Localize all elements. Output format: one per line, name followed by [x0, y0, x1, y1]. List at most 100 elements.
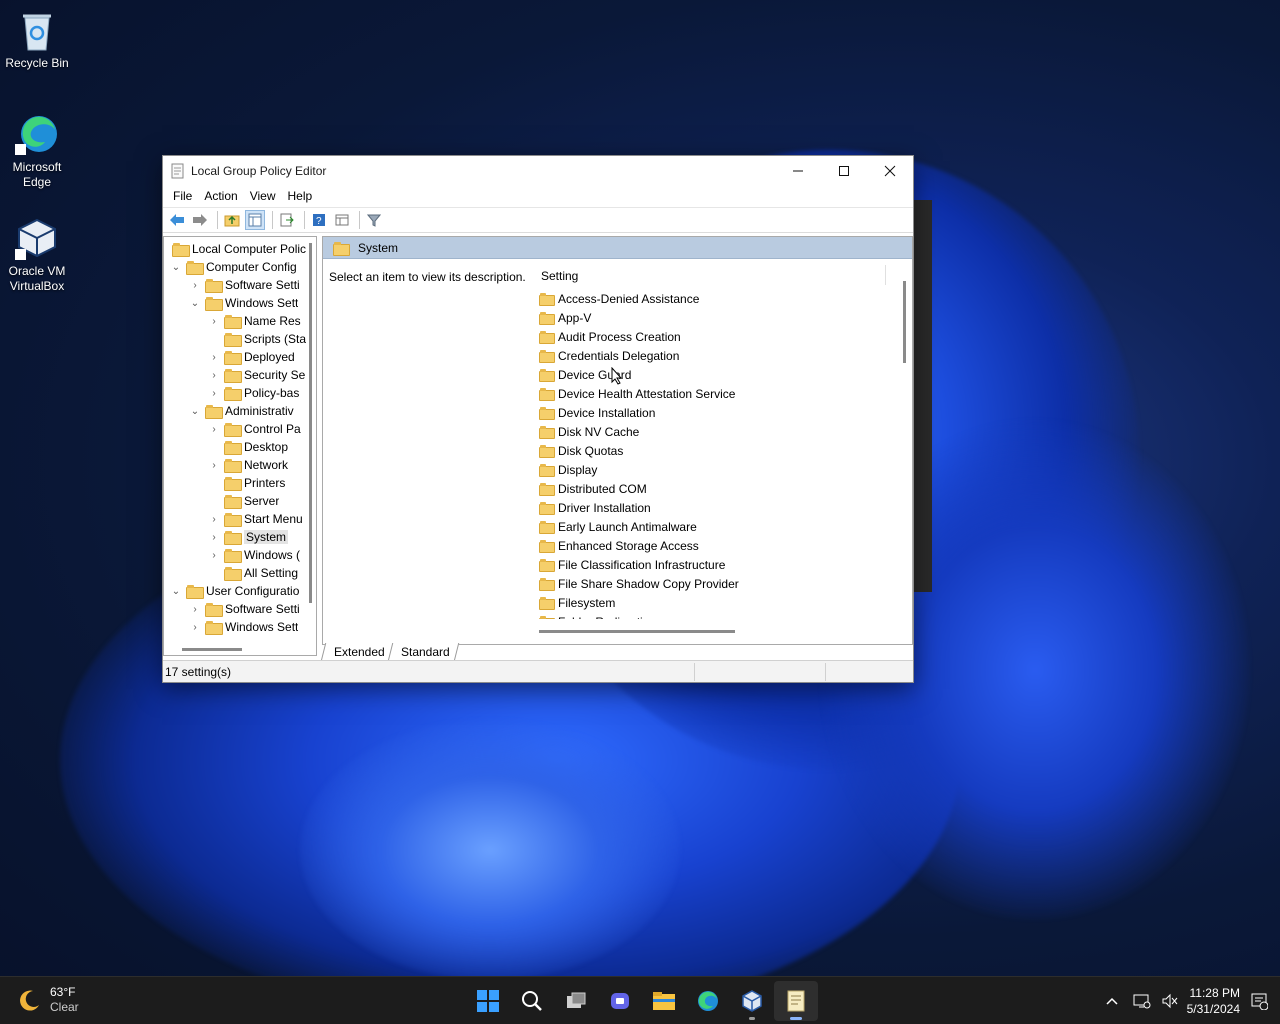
tree-node[interactable]: Printers	[164, 474, 316, 492]
network-icon[interactable]	[1133, 993, 1151, 1009]
up-one-level-button[interactable]	[222, 210, 242, 230]
chevron-right-icon[interactable]: ›	[208, 550, 220, 561]
list-item[interactable]: Credentials Delegation	[539, 346, 899, 365]
maximize-button[interactable]	[821, 156, 867, 185]
desktop-icon-edge[interactable]: Microsoft Edge	[2, 112, 72, 190]
chevron-up-icon[interactable]	[1105, 994, 1119, 1008]
start-button[interactable]	[466, 981, 510, 1021]
task-view-button[interactable]	[554, 981, 598, 1021]
menu-help[interactable]: Help	[282, 189, 319, 203]
list-item[interactable]: Access-Denied Assistance	[539, 289, 899, 308]
tree-node[interactable]: All Setting	[164, 564, 316, 582]
list-item[interactable]: Filesystem	[539, 593, 899, 612]
desktop-icon-recycle-bin[interactable]: Recycle Bin	[2, 8, 72, 71]
chevron-right-icon[interactable]: ›	[189, 280, 201, 291]
notifications-icon[interactable]	[1250, 992, 1268, 1010]
tree-node[interactable]: › Windows (	[164, 546, 316, 564]
volume-muted-icon[interactable]	[1161, 993, 1179, 1009]
list-item[interactable]: Device Health Attestation Service	[539, 384, 899, 403]
tab-standard[interactable]: Standard	[387, 643, 459, 661]
tree-horizontal-scrollbar[interactable]	[182, 648, 242, 651]
close-button[interactable]	[867, 156, 913, 185]
folder-icon	[224, 441, 242, 455]
chevron-right-icon[interactable]: ›	[208, 316, 220, 327]
tree-node[interactable]: ⌄ Computer Config	[164, 258, 316, 276]
chevron-down-icon[interactable]: ⌄	[189, 406, 201, 417]
tree-node[interactable]: Scripts (Sta	[164, 330, 316, 348]
list-item[interactable]: Disk Quotas	[539, 441, 899, 460]
list-item[interactable]: Folder Redirection	[539, 612, 899, 619]
list-item[interactable]: Audit Process Creation	[539, 327, 899, 346]
weather-widget[interactable]: 63°F Clear	[18, 985, 79, 1015]
chevron-right-icon[interactable]: ›	[208, 370, 220, 381]
title-bar[interactable]: Local Group Policy Editor	[163, 156, 913, 185]
edge-taskbar-button[interactable]	[686, 981, 730, 1021]
list-item[interactable]: File Share Shadow Copy Provider	[539, 574, 899, 593]
tree-node[interactable]: › Start Menu	[164, 510, 316, 528]
tree-node[interactable]: › Software Setti	[164, 600, 316, 618]
list-item[interactable]: Device Guard	[539, 365, 899, 384]
tree-node[interactable]: › Security Se	[164, 366, 316, 384]
tree-node[interactable]: › Network	[164, 456, 316, 474]
list-item[interactable]: Early Launch Antimalware	[539, 517, 899, 536]
list-item[interactable]: Driver Installation	[539, 498, 899, 517]
chevron-right-icon[interactable]: ›	[208, 388, 220, 399]
menu-action[interactable]: Action	[198, 189, 243, 203]
chevron-down-icon[interactable]: ⌄	[170, 586, 182, 597]
show-hide-tree-button[interactable]	[245, 210, 265, 230]
tree-node[interactable]: › Control Pa	[164, 420, 316, 438]
tree-node[interactable]: › System	[164, 528, 316, 546]
back-button[interactable]	[167, 210, 187, 230]
tree-node[interactable]: › Windows Sett	[164, 618, 316, 636]
menu-file[interactable]: File	[167, 189, 198, 203]
list-item[interactable]: Enhanced Storage Access	[539, 536, 899, 555]
tab-extended[interactable]: Extended	[320, 643, 394, 661]
chevron-right-icon[interactable]: ›	[208, 532, 220, 543]
chevron-right-icon[interactable]: ›	[189, 604, 201, 615]
tree-vertical-scrollbar[interactable]	[309, 243, 312, 603]
tree-node[interactable]: › Policy-bas	[164, 384, 316, 402]
file-explorer-button[interactable]	[642, 981, 686, 1021]
chevron-right-icon[interactable]: ›	[208, 424, 220, 435]
properties-button[interactable]	[332, 210, 352, 230]
clock[interactable]: 11:28 PM 5/31/2024	[1187, 985, 1240, 1017]
tree-node[interactable]: ⌄ Administrativ	[164, 402, 316, 420]
tree-node[interactable]: › Name Res	[164, 312, 316, 330]
active-indicator	[790, 1017, 802, 1020]
export-list-button[interactable]	[277, 210, 297, 230]
menu-view[interactable]: View	[244, 189, 282, 203]
list-item[interactable]: Device Installation	[539, 403, 899, 422]
forward-button[interactable]	[190, 210, 210, 230]
desktop-icon-virtualbox[interactable]: Oracle VM VirtualBox	[2, 216, 72, 294]
list-item[interactable]: File Classification Infrastructure	[539, 555, 899, 574]
tree-node[interactable]: › Software Setti	[164, 276, 316, 294]
tree-node[interactable]: Local Computer Polic	[164, 240, 316, 258]
chevron-down-icon[interactable]: ⌄	[170, 262, 182, 273]
list-item[interactable]: Display	[539, 460, 899, 479]
list-vertical-scrollbar[interactable]	[903, 281, 906, 363]
teams-chat-button[interactable]	[598, 981, 642, 1021]
chevron-right-icon[interactable]: ›	[208, 460, 220, 471]
list-horizontal-scrollbar[interactable]	[539, 630, 735, 633]
filter-button[interactable]	[364, 210, 384, 230]
tree-node[interactable]: ⌄ User Configuratio	[164, 582, 316, 600]
help-button[interactable]: ?	[309, 210, 329, 230]
search-button[interactable]	[510, 981, 554, 1021]
column-divider[interactable]	[885, 265, 886, 285]
tree-node[interactable]: Server	[164, 492, 316, 510]
chevron-right-icon[interactable]: ›	[208, 352, 220, 363]
minimize-button[interactable]	[775, 156, 821, 185]
list-item[interactable]: Disk NV Cache	[539, 422, 899, 441]
chevron-right-icon[interactable]: ›	[208, 514, 220, 525]
chevron-right-icon[interactable]: ›	[189, 622, 201, 633]
tree-node[interactable]: ⌄ Windows Sett	[164, 294, 316, 312]
policy-editor-taskbar-button[interactable]	[774, 981, 818, 1021]
chevron-down-icon[interactable]: ⌄	[189, 298, 201, 309]
virtualbox-taskbar-button[interactable]	[730, 981, 774, 1021]
column-header-setting[interactable]: Setting	[541, 269, 578, 283]
list-item[interactable]: App-V	[539, 308, 899, 327]
list-item[interactable]: Distributed COM	[539, 479, 899, 498]
tree-node[interactable]: › Deployed	[164, 348, 316, 366]
tree-node[interactable]: Desktop	[164, 438, 316, 456]
folder-icon	[224, 549, 242, 563]
